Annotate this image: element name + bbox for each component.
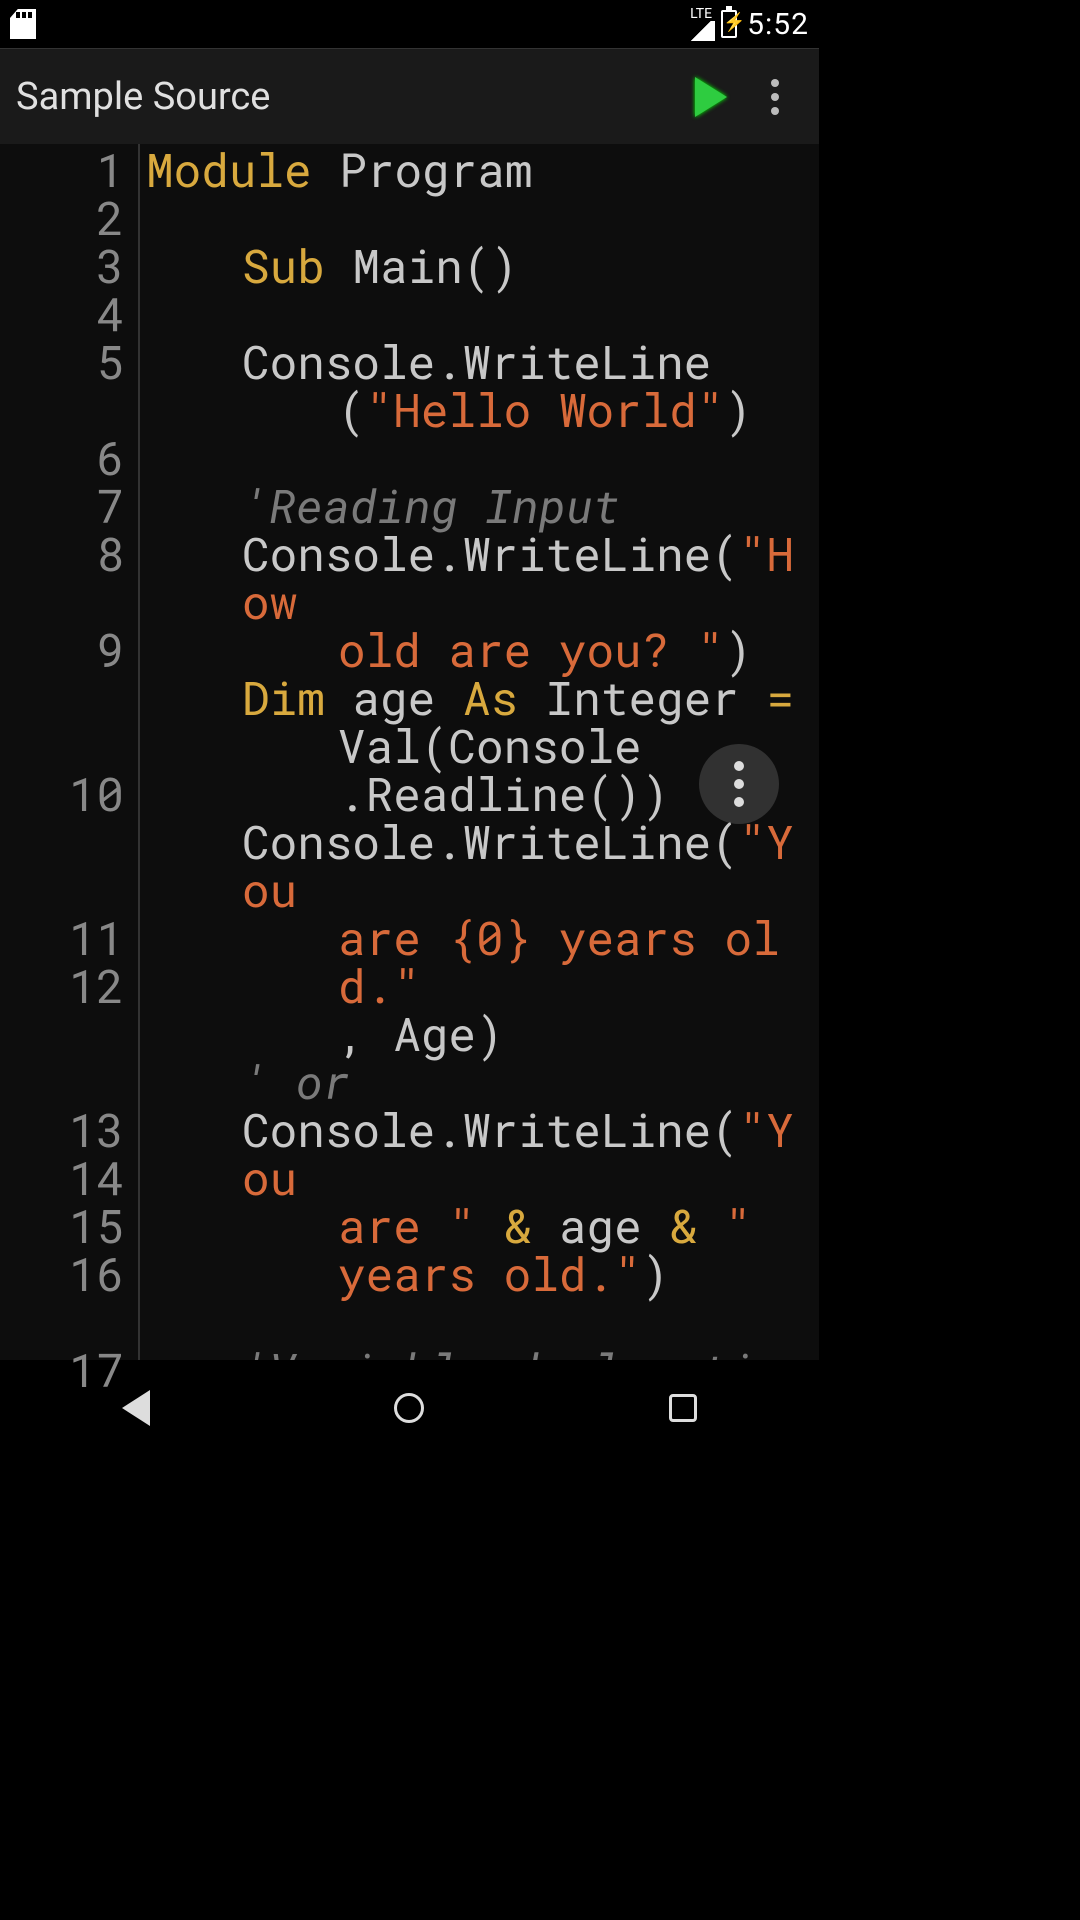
line-number: 17 <box>0 1346 124 1394</box>
line-number: 14 <box>0 1154 124 1202</box>
line-number <box>0 722 124 770</box>
sd-card-icon <box>10 9 36 39</box>
line-number: 16 <box>0 1250 124 1298</box>
network-signal-icon: LTE <box>687 7 715 41</box>
nav-back-button[interactable] <box>122 1390 150 1426</box>
run-button[interactable] <box>675 61 747 133</box>
code-line[interactable]: Dim age As Integer = <box>146 674 813 722</box>
line-number: 4 <box>0 290 124 338</box>
token-plain: , Age) <box>338 1004 504 1064</box>
token-plain: ( <box>338 380 366 440</box>
line-number: 15 <box>0 1202 124 1250</box>
code-editor[interactable]: 1234567891011121314151617 Module Program… <box>0 144 819 1360</box>
overflow-menu-button[interactable] <box>747 61 803 133</box>
token-plain: Console.WriteLine( <box>242 524 739 584</box>
play-icon <box>695 77 727 117</box>
line-number <box>0 674 124 722</box>
back-icon <box>122 1390 150 1426</box>
token-plain: Console.WriteLine( <box>242 1100 739 1160</box>
status-right: LTE 5:52 <box>687 7 809 42</box>
code-line[interactable]: ' or <box>146 1058 813 1106</box>
token-kw: Sub <box>242 236 325 296</box>
token-plain <box>697 1196 725 1256</box>
token-plain: ) <box>642 1244 670 1304</box>
page-title: Sample Source <box>16 75 675 119</box>
code-line[interactable]: are " & age & " <box>146 1202 813 1250</box>
token-kw: Dim <box>242 668 325 728</box>
line-number: 9 <box>0 626 124 674</box>
line-number <box>0 1298 124 1346</box>
line-number: 7 <box>0 482 124 530</box>
code-line[interactable]: Module Program <box>146 146 813 194</box>
code-line[interactable]: Console.WriteLine("You <box>146 1106 813 1202</box>
token-plain: Program <box>312 144 533 200</box>
token-cmt: 'Variable declaration <box>242 1340 809 1360</box>
code-line[interactable] <box>146 434 813 482</box>
line-number <box>0 866 124 914</box>
token-plain: Console.WriteLine( <box>242 812 739 872</box>
code-line[interactable]: 'Variable declaration <box>146 1346 813 1360</box>
token-str: years old." <box>338 1244 642 1304</box>
line-number: 3 <box>0 242 124 290</box>
nav-recents-button[interactable] <box>669 1394 697 1422</box>
token-op: & <box>669 1196 697 1256</box>
status-bar: LTE 5:52 <box>0 0 819 48</box>
token-plain: Main() <box>325 236 518 296</box>
app-bar: Sample Source <box>0 48 819 144</box>
code-line[interactable]: Console.WriteLine <box>146 338 813 386</box>
home-icon <box>394 1393 424 1423</box>
code-line[interactable]: old are you? ") <box>146 626 813 674</box>
code-line[interactable]: Console.WriteLine("How <box>146 530 813 626</box>
line-number: 12 <box>0 962 124 1010</box>
token-plain: ) <box>724 380 752 440</box>
code-line[interactable]: 'Reading Input <box>146 482 813 530</box>
code-line[interactable]: ("Hello World") <box>146 386 813 434</box>
code-line[interactable]: are {0} years old." <box>146 914 813 1010</box>
line-number: 1 <box>0 146 124 194</box>
line-number <box>0 578 124 626</box>
line-number: 8 <box>0 530 124 578</box>
code-line[interactable]: Sub Main() <box>146 242 813 290</box>
code-line[interactable] <box>146 1298 813 1346</box>
recents-icon <box>669 1394 697 1422</box>
code-line[interactable]: , Age) <box>146 1010 813 1058</box>
line-number: 6 <box>0 434 124 482</box>
token-op: = <box>767 668 795 728</box>
code-line[interactable]: Console.WriteLine("You <box>146 818 813 914</box>
editor-fab-button[interactable] <box>699 744 779 824</box>
line-number <box>0 1058 124 1106</box>
line-number: 11 <box>0 914 124 962</box>
more-vert-icon <box>734 779 744 789</box>
code-line[interactable] <box>146 290 813 338</box>
line-number: 13 <box>0 1106 124 1154</box>
token-str: " <box>725 1196 753 1256</box>
battery-charging-icon <box>721 10 737 38</box>
line-number: 2 <box>0 194 124 242</box>
code-line[interactable]: years old.") <box>146 1250 813 1298</box>
line-number <box>0 386 124 434</box>
status-clock: 5:52 <box>747 7 809 42</box>
line-number-gutter: 1234567891011121314151617 <box>0 144 140 1360</box>
lte-label: LTE <box>690 7 712 21</box>
code-line[interactable] <box>146 194 813 242</box>
more-vert-icon <box>771 93 779 101</box>
line-number <box>0 818 124 866</box>
token-str: are {0} years old." <box>338 908 780 1016</box>
token-str: "Hello World" <box>366 380 725 440</box>
line-number: 5 <box>0 338 124 386</box>
nav-home-button[interactable] <box>394 1393 424 1423</box>
line-number <box>0 1010 124 1058</box>
status-left <box>10 9 36 39</box>
line-number: 10 <box>0 770 124 818</box>
